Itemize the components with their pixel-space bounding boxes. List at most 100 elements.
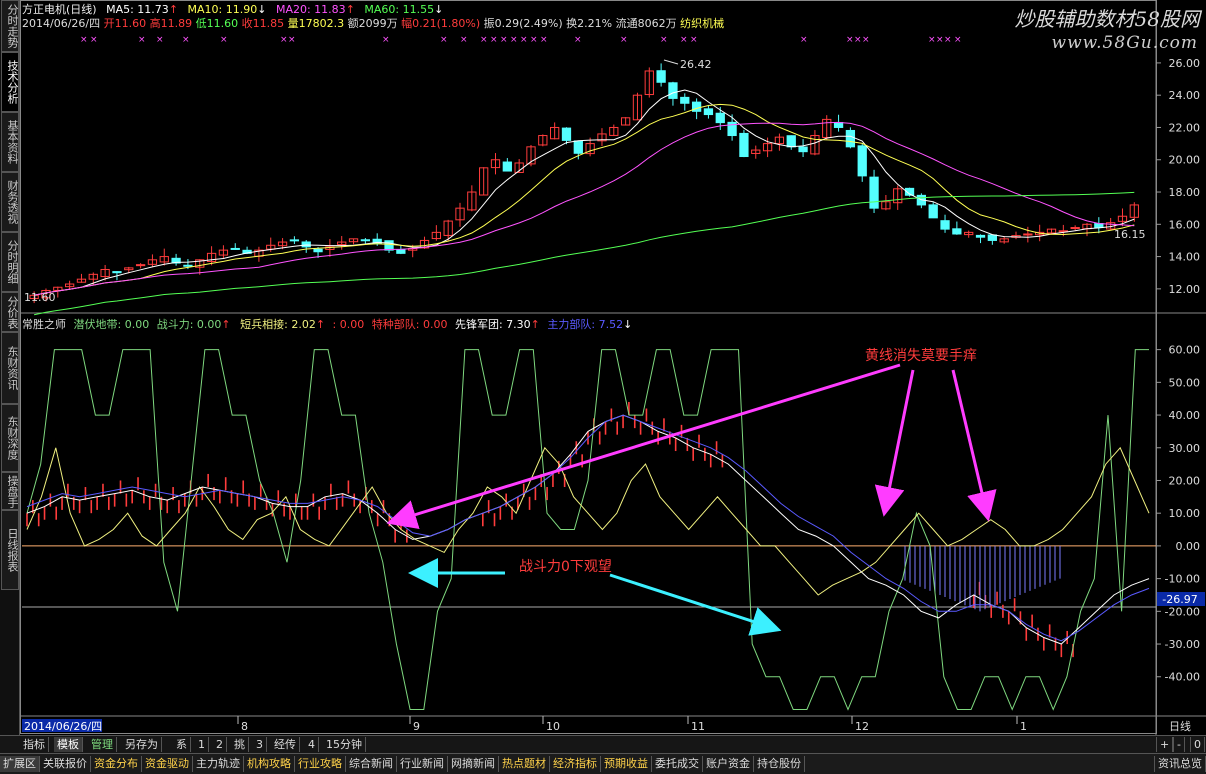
indicator-tick-label: 0.00	[1176, 540, 1201, 553]
amount-value: 额2099万	[347, 17, 398, 30]
current-price-label: 16.15	[1114, 228, 1146, 241]
ma10-arrow-icon: ↓	[257, 3, 267, 16]
signal-marker: ×	[854, 35, 862, 45]
magenta-arrow-right	[951, 369, 997, 522]
month-label: 1	[1020, 720, 1027, 733]
ma20-arrow-icon: ↑	[345, 3, 355, 16]
signal-marker: ×	[182, 35, 190, 45]
ma20-label: MA20: 11.83	[275, 3, 346, 16]
candle-body	[1023, 233, 1033, 236]
sidebar-tab-8[interactable]: 操盘手	[1, 472, 19, 510]
signal-marker: ×	[928, 35, 936, 45]
high-value: 高11.89	[149, 17, 193, 30]
category-tab-0[interactable]: 扩展区	[0, 756, 40, 772]
zoom-control-2[interactable]: 0	[1190, 737, 1205, 752]
sidebar-tab-6[interactable]: 东财资讯	[1, 332, 19, 404]
signal-marker: ×	[540, 35, 548, 45]
close-value: 收11.85	[241, 17, 285, 30]
category-tab-3[interactable]: 资金驱动	[142, 756, 193, 772]
xaxis-date-label: 2014/06/26/四	[24, 720, 102, 733]
indicator-tab-4[interactable]: 系	[173, 737, 191, 752]
indicator-tab-8[interactable]: 3	[253, 737, 267, 752]
candle-body	[798, 146, 808, 153]
indicator-d: : 0.00	[332, 318, 365, 331]
month-label: 8	[241, 720, 248, 733]
volume-value: 量17802.3	[287, 17, 345, 30]
signal-marker: ×	[574, 35, 582, 45]
category-tab-1[interactable]: 关联报价	[40, 756, 91, 772]
sidebar-tab-4[interactable]: 分时明细	[1, 232, 19, 292]
category-tab-4[interactable]: 主力轨迹	[193, 756, 244, 772]
candle-body	[680, 96, 690, 104]
signal-marker: ×	[620, 35, 628, 45]
indicator-tick-label: 10.00	[1169, 507, 1201, 520]
indicator-tab-2[interactable]: 管理	[88, 737, 117, 752]
indicator-g-arrow-icon: ↓	[623, 318, 633, 331]
category-tab-2[interactable]: 资金分布	[91, 756, 142, 772]
sidebar-tab-7[interactable]: 东财深度	[1, 404, 19, 472]
signal-marker: ×	[500, 35, 508, 45]
signal-marker: ×	[510, 35, 518, 45]
zoom-control-0[interactable]: +	[1156, 737, 1174, 752]
category-tab-5[interactable]: 机构攻略	[244, 756, 295, 772]
magenta-arrow-left	[874, 369, 915, 517]
category-tab-15[interactable]: 持仓股份	[754, 756, 805, 772]
category-tab-12[interactable]: 预期收益	[601, 756, 652, 772]
indicator-e: 特种部队: 0.00	[371, 318, 448, 331]
sidebar-tab-5[interactable]: 分价表	[1, 292, 19, 332]
indicator-tick-label: 50.00	[1169, 376, 1201, 389]
sidebar-tab-9[interactable]: 日线报表	[1, 510, 19, 590]
candle-body	[952, 228, 962, 235]
indicator-tab-10[interactable]: 4	[305, 737, 319, 752]
indicator-tab-1[interactable]: 模板	[54, 737, 83, 752]
category-tab-14[interactable]: 账户资金	[703, 756, 754, 772]
indicator-tab-7[interactable]: 挑	[231, 737, 249, 752]
indicator-toolbar: 指标 模板 管理 另存为系 1 2 挑 3 经传 4 15分钟 + -0	[0, 735, 1206, 754]
indicator-tab-11[interactable]: 15分钟	[323, 737, 366, 752]
sidebar-tab-3[interactable]: 财务透视	[1, 172, 19, 232]
signal-marker: ×	[660, 35, 668, 45]
sidebar-tab-1[interactable]: 技术分析	[1, 52, 19, 112]
category-tab-9[interactable]: 网摘新闻	[448, 756, 499, 772]
float-value: 流通8062万	[615, 17, 677, 30]
high-price-label: 26.42	[680, 58, 712, 71]
amplitude-value: 振0.29(2.49%)	[483, 17, 563, 30]
indicator-tab-3[interactable]: 另存为	[122, 737, 162, 752]
bar-date: 2014/06/26/四	[22, 17, 101, 30]
indicator-tab-0[interactable]: 指标	[20, 737, 49, 752]
ma60-arrow-icon: ↓	[434, 3, 444, 16]
ma5-label: MA5: 11.73	[106, 3, 169, 16]
candle-body	[396, 249, 406, 254]
sidebar-tab-0[interactable]: 分时走势	[1, 0, 19, 52]
month-label: 12	[855, 720, 869, 733]
ma-line-ma5	[34, 89, 1135, 296]
high-price-pointer	[663, 59, 679, 65]
signal-marker: ×	[846, 35, 854, 45]
category-tab-8[interactable]: 行业新闻	[397, 756, 448, 772]
signal-marker: ×	[944, 35, 952, 45]
category-tab-7[interactable]: 综合新闻	[346, 756, 397, 772]
indicator-g: 主力部队: 7.52	[547, 318, 624, 331]
candle-body	[668, 82, 678, 99]
indicator-tab-5[interactable]: 1	[195, 737, 209, 752]
zoom-control-1[interactable]: -	[1173, 737, 1185, 752]
category-tab-11[interactable]: 经济指标	[550, 756, 601, 772]
candle-body	[975, 234, 986, 238]
category-tab-10[interactable]: 热点题材	[499, 756, 550, 772]
price-tick-label: 12.00	[1169, 283, 1201, 296]
indicator-tab-6[interactable]: 2	[213, 737, 227, 752]
month-label: 11	[691, 720, 705, 733]
sidebar-tab-2[interactable]: 基本资料	[1, 112, 19, 172]
indicator-f: 先锋军团: 7.30	[454, 318, 531, 331]
price-tick-label: 22.00	[1169, 121, 1201, 134]
category-tab-13[interactable]: 委托成交	[652, 756, 703, 772]
signal-marker: ×	[936, 35, 944, 45]
indicator-tab-9[interactable]: 经传	[271, 737, 300, 752]
indicator-b-arrow-icon: ↑	[221, 318, 231, 331]
news-overview-tab[interactable]: 资讯总览	[1154, 756, 1206, 772]
indicator-name: 常胜之师	[22, 318, 66, 331]
price-tick-label: 24.00	[1169, 89, 1201, 102]
category-tab-6[interactable]: 行业攻略	[295, 756, 346, 772]
indicator-a: 潜伏地带: 0.00	[73, 318, 150, 331]
industry-label: 纺织机械	[680, 17, 725, 30]
